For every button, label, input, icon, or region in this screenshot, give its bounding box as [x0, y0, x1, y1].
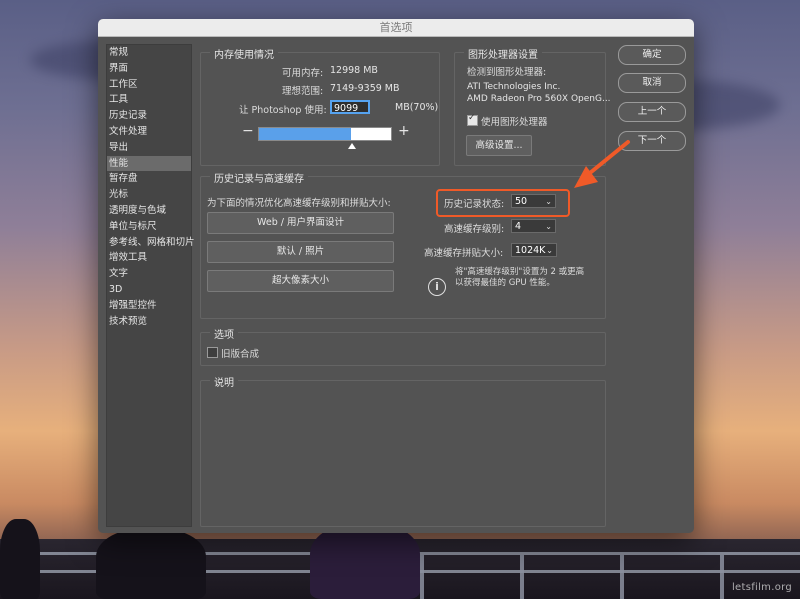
annotation-arrow-icon	[574, 140, 630, 188]
